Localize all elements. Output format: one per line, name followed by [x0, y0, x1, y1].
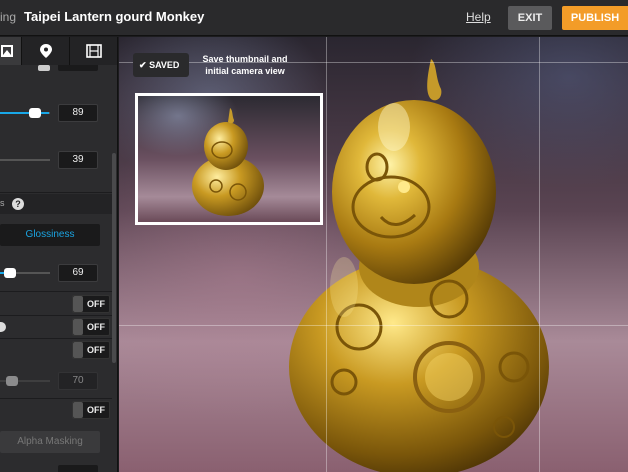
toggle-handle: [73, 319, 83, 335]
help-link[interactable]: Help: [466, 10, 491, 24]
divider: [0, 315, 112, 316]
toggle-state: OFF: [87, 299, 105, 309]
slider-handle[interactable]: [29, 108, 41, 118]
divider: [0, 192, 112, 193]
thumbnail-preview: [135, 93, 323, 225]
saved-badge[interactable]: ✔ SAVED: [133, 53, 189, 77]
help-icon[interactable]: [0, 322, 6, 332]
help-icon[interactable]: ?: [12, 198, 24, 210]
slider-value-input[interactable]: 69: [58, 264, 98, 282]
slider-fill: [0, 112, 49, 114]
grid-line: [326, 37, 327, 472]
alpha-masking-button[interactable]: Alpha Masking: [0, 431, 100, 453]
glossiness-button[interactable]: Glossiness: [0, 224, 100, 246]
save-thumbnail-hint[interactable]: Save thumbnail and initial camera view: [195, 53, 295, 77]
pin-icon: [40, 44, 52, 58]
page-title: Taipei Lantern gourd Monkey: [24, 9, 205, 24]
thumbnail-model: [192, 108, 264, 216]
tab-animation[interactable]: [70, 37, 118, 65]
toggle-switch-2[interactable]: OFF: [72, 318, 110, 336]
slider-value-input[interactable]: 39: [58, 151, 98, 169]
section-header: s ?: [0, 194, 112, 214]
panel-scrollbar[interactable]: [112, 153, 116, 363]
clipped-control: [58, 465, 98, 472]
grid-line: [119, 325, 628, 326]
settings-panel: 89 39 s ? Glossiness 69 OFF OFF OFF 70 O…: [0, 37, 118, 472]
grid-line: [539, 37, 540, 472]
toggle-handle: [73, 296, 83, 312]
toggle-switch-3[interactable]: OFF: [72, 341, 110, 359]
toggle-state: OFF: [87, 322, 105, 332]
panel-tabs: [0, 37, 118, 65]
slider-value-input[interactable]: 70: [58, 372, 98, 390]
divider: [0, 291, 112, 292]
slider-row-4: 70: [0, 371, 112, 391]
toggle-state: OFF: [87, 405, 105, 415]
exit-button[interactable]: EXIT: [508, 6, 552, 30]
check-icon: ✔: [139, 60, 147, 70]
3d-viewport[interactable]: ✔ SAVED Save thumbnail and initial camer…: [119, 37, 628, 472]
breadcrumb[interactable]: ing: [0, 10, 16, 24]
film-icon: [86, 44, 102, 58]
publish-button[interactable]: PUBLISH: [562, 6, 628, 30]
toggle-handle: [73, 402, 83, 418]
tab-scene[interactable]: [0, 37, 22, 65]
top-bar: ing Taipei Lantern gourd Monkey Help EXI…: [0, 0, 628, 36]
slider-track: [0, 159, 50, 161]
image-icon: [1, 45, 13, 57]
slider-handle[interactable]: [4, 268, 16, 278]
slider-handle[interactable]: [6, 376, 18, 386]
tab-location[interactable]: [22, 37, 70, 65]
saved-label: SAVED: [149, 60, 180, 70]
slider-row-1: 89: [0, 103, 112, 123]
clipped-control: [0, 65, 112, 73]
divider: [0, 398, 112, 399]
slider-row-3: 69: [0, 263, 112, 283]
section-title: s: [0, 198, 5, 208]
divider: [0, 338, 112, 339]
toggle-switch-4[interactable]: OFF: [72, 401, 110, 419]
slider-row-2: 39: [0, 150, 112, 170]
toggle-handle: [73, 342, 83, 358]
slider-value-input[interactable]: 89: [58, 104, 98, 122]
toggle-switch-1[interactable]: OFF: [72, 295, 110, 313]
toggle-state: OFF: [87, 345, 105, 355]
